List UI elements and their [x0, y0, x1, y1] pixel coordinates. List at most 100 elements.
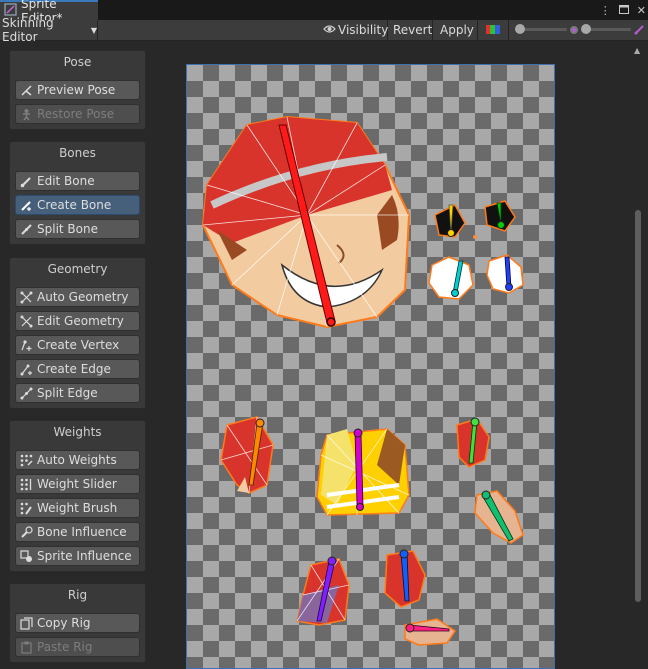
preview-pose-icon	[19, 83, 33, 97]
rig-panel: Rig Copy Rig Paste Rig	[9, 583, 146, 663]
eye-icon	[323, 23, 336, 37]
paste-rig-button[interactable]: Paste Rig	[15, 637, 140, 657]
geometry-panel: Geometry Auto Geometry Edit Geometry Cre…	[9, 257, 146, 409]
color-toggle-button[interactable]	[479, 20, 509, 40]
bone-influence-button[interactable]: Bone Influence	[15, 522, 140, 542]
weight-slider-icon	[19, 477, 33, 491]
bones-panel-title: Bones	[59, 146, 96, 160]
apply-button[interactable]: Apply	[434, 20, 478, 40]
toolbar: Skinning Editor ▼ Visibility Revert Appl…	[0, 16, 648, 44]
bone-influence-label: Bone Influence	[37, 525, 127, 539]
mode-dropdown-label: Skinning Editor	[2, 16, 54, 44]
split-edge-button[interactable]: Split Edge	[15, 383, 140, 403]
create-vertex-button[interactable]: Create Vertex	[15, 335, 140, 355]
edit-bone-button[interactable]: Edit Bone	[15, 171, 140, 191]
scroll-thumb[interactable]	[635, 210, 641, 602]
create-edge-icon	[19, 362, 33, 376]
paste-rig-label: Paste Rig	[37, 640, 93, 654]
bone-influence-icon	[19, 525, 33, 539]
visibility-button[interactable]: Visibility	[320, 20, 388, 40]
split-bone-icon	[19, 222, 33, 236]
edit-bone-icon	[19, 174, 33, 188]
create-edge-button[interactable]: Create Edge	[15, 359, 140, 379]
vertical-scrollbar[interactable]: ▲	[632, 42, 644, 669]
visibility-label: Visibility	[338, 23, 389, 37]
weights-panel: Weights Auto Weights Weight Slider Weigh…	[9, 420, 146, 572]
preview-pose-button[interactable]: Preview Pose	[15, 80, 140, 100]
title-bar: Sprite Editor* ⋮ ✕	[0, 0, 648, 25]
sprite-influence-icon	[19, 549, 33, 563]
color-swatch-icon	[486, 23, 500, 37]
create-bone-button[interactable]: Create Bone	[15, 195, 140, 215]
pose-panel-title: Pose	[63, 55, 92, 69]
auto-geometry-button[interactable]: Auto Geometry	[15, 287, 140, 307]
weight-brush-icon	[19, 501, 33, 515]
paste-icon	[19, 640, 33, 654]
brow-right-sprite[interactable]	[484, 200, 516, 232]
split-bone-button[interactable]: Split Bone	[15, 219, 140, 239]
head-sprite[interactable]	[201, 115, 411, 329]
opacity-slider-knob[interactable]	[515, 24, 525, 34]
sprite-visibility-icon	[569, 24, 579, 38]
bones-panel: Bones Edit Bone Create Bone Split Bone	[9, 141, 146, 245]
rig-panel-title: Rig	[67, 588, 88, 602]
copy-rig-label: Copy Rig	[37, 616, 91, 630]
auto-weights-icon	[19, 453, 33, 467]
hand-right-sprite[interactable]	[474, 490, 524, 544]
apply-label: Apply	[440, 23, 474, 37]
torso-sprite[interactable]	[316, 428, 410, 516]
copy-icon	[19, 616, 33, 630]
create-vertex-label: Create Vertex	[37, 338, 120, 352]
create-vertex-icon	[19, 338, 33, 352]
revert-label: Revert	[393, 23, 433, 37]
eye-left-sprite[interactable]	[428, 256, 474, 300]
auto-weights-label: Auto Weights	[37, 453, 117, 467]
edit-bone-label: Edit Bone	[37, 174, 95, 188]
weight-slider-button[interactable]: Weight Slider	[15, 474, 140, 494]
create-bone-label: Create Bone	[37, 198, 112, 212]
sprite-influence-label: Sprite Influence	[37, 549, 132, 563]
more-options-icon[interactable]: ⋮	[600, 4, 611, 17]
scroll-up-arrow-icon[interactable]: ▲	[634, 46, 640, 55]
split-bone-label: Split Bone	[37, 222, 98, 236]
leg-right-sprite[interactable]	[384, 549, 426, 608]
edit-geometry-button[interactable]: Edit Geometry	[15, 311, 140, 331]
auto-geometry-icon	[19, 290, 33, 304]
edit-geometry-label: Edit Geometry	[37, 314, 124, 328]
weight-slider-label: Weight Slider	[37, 477, 117, 491]
forearm-right-sprite[interactable]	[456, 417, 490, 468]
weight-brush-button[interactable]: Weight Brush	[15, 498, 140, 518]
sprite-influence-button[interactable]: Sprite Influence	[15, 546, 140, 566]
split-edge-icon	[19, 386, 33, 400]
chevron-down-icon: ▼	[90, 25, 97, 35]
create-bone-icon	[19, 198, 33, 212]
restore-pose-icon	[19, 107, 33, 121]
brow-left-sprite[interactable]	[434, 204, 466, 238]
weight-brush-label: Weight Brush	[37, 501, 118, 515]
restore-pose-button[interactable]: Restore Pose	[15, 104, 140, 124]
eye-right-sprite[interactable]	[486, 254, 524, 294]
maximize-icon[interactable]	[618, 4, 629, 17]
geometry-panel-title: Geometry	[47, 262, 108, 276]
pose-panel: Pose Preview Pose Restore Pose	[9, 50, 146, 130]
auto-weights-button[interactable]: Auto Weights	[15, 450, 140, 470]
restore-pose-label: Restore Pose	[37, 107, 115, 121]
foot-sprite[interactable]	[404, 618, 457, 646]
create-edge-label: Create Edge	[37, 362, 111, 376]
revert-button[interactable]: Revert	[389, 20, 433, 40]
leg-left-sprite[interactable]	[296, 556, 350, 626]
preview-pose-label: Preview Pose	[37, 83, 116, 97]
bone-opacity-slider-knob[interactable]	[581, 24, 591, 34]
sprite-viewport[interactable]	[186, 64, 555, 669]
weights-panel-title: Weights	[53, 425, 102, 439]
upper-arm-left-sprite[interactable]	[220, 416, 274, 494]
bone-visibility-icon	[634, 24, 644, 38]
split-edge-label: Split Edge	[37, 386, 98, 400]
auto-geometry-label: Auto Geometry	[37, 290, 129, 304]
pivot-marker	[473, 235, 477, 239]
close-icon[interactable]: ✕	[637, 4, 646, 17]
mode-dropdown[interactable]: Skinning Editor ▼	[0, 16, 98, 44]
edit-geometry-icon	[19, 314, 33, 328]
sprite-canvas[interactable]	[187, 65, 556, 669]
copy-rig-button[interactable]: Copy Rig	[15, 613, 140, 633]
